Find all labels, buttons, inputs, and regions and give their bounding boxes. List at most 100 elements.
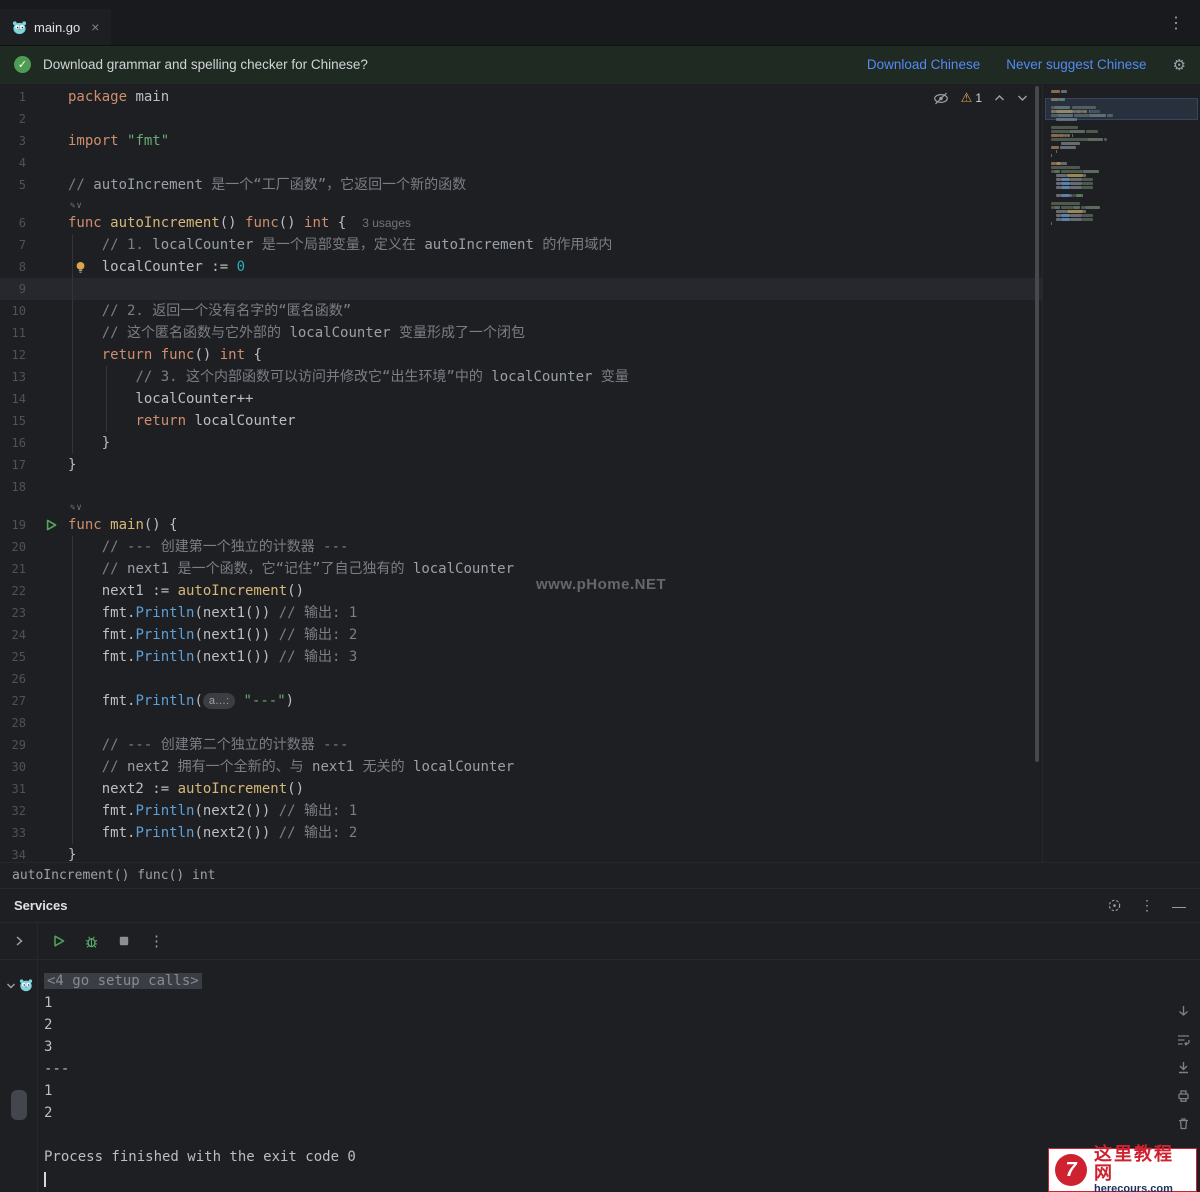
- code-line[interactable]: 14 localCounter++: [0, 388, 1042, 410]
- line-number[interactable]: 18: [0, 476, 40, 498]
- code-line[interactable]: 18: [0, 476, 1042, 498]
- line-number[interactable]: 12: [0, 344, 40, 366]
- code-line[interactable]: 15 return localCounter: [0, 410, 1042, 432]
- line-number[interactable]: 8: [0, 256, 40, 278]
- code-line[interactable]: 3 import "fmt": [0, 130, 1042, 152]
- code-line[interactable]: 19 func main() {: [0, 514, 1042, 536]
- line-number[interactable]: 15: [0, 410, 40, 432]
- panel-options-icon[interactable]: ⋮: [1140, 897, 1154, 914]
- code-line[interactable]: 1 package main: [0, 86, 1042, 108]
- line-number[interactable]: 22: [0, 580, 40, 602]
- tab-options-icon[interactable]: ⋮: [1168, 13, 1200, 33]
- print-icon[interactable]: [1176, 1088, 1191, 1103]
- code-line[interactable]: 23 fmt.Println(next1()) // 输出: 1: [0, 602, 1042, 624]
- run-gutter-icon[interactable]: [40, 514, 62, 536]
- highlighting-level-icon[interactable]: [933, 92, 949, 105]
- line-number[interactable]: 21: [0, 558, 40, 580]
- hide-panel-icon[interactable]: —: [1172, 898, 1186, 914]
- code-line[interactable]: 2: [0, 108, 1042, 130]
- close-tab-icon[interactable]: ×: [91, 19, 99, 35]
- code-line[interactable]: 27 fmt.Println(a…: "---"): [0, 690, 1042, 712]
- line-number[interactable]: 34: [0, 844, 40, 862]
- code-vision-row[interactable]: ✎∨: [0, 196, 1042, 212]
- line-number[interactable]: 27: [0, 690, 40, 712]
- toolbar-options-icon[interactable]: ⋮: [149, 932, 164, 950]
- next-problem-button[interactable]: [1017, 94, 1028, 102]
- line-number[interactable]: 14: [0, 388, 40, 410]
- code-line[interactable]: 8 localCounter := 0: [0, 256, 1042, 278]
- chevron-down-icon[interactable]: [6, 982, 16, 990]
- stop-button[interactable]: [117, 934, 131, 948]
- line-number[interactable]: 31: [0, 778, 40, 800]
- code-line[interactable]: 24 fmt.Println(next1()) // 输出: 2: [0, 624, 1042, 646]
- code-line[interactable]: 17}: [0, 454, 1042, 476]
- line-number[interactable]: 28: [0, 712, 40, 734]
- editor-scrollbar[interactable]: [1035, 86, 1039, 762]
- code-line[interactable]: 16 }: [0, 432, 1042, 454]
- scroll-down-icon[interactable]: [1176, 1004, 1191, 1019]
- line-number[interactable]: 9: [0, 278, 40, 300]
- code-line[interactable]: 29 // --- 创建第二个独立的计数器 ---: [0, 734, 1042, 756]
- line-number[interactable]: 5: [0, 174, 40, 196]
- console-output[interactable]: <4 go setup calls> 1 2 3 --- 1 2 Process finish…: [38, 960, 1166, 1192]
- line-number[interactable]: 3: [0, 130, 40, 152]
- line-number[interactable]: 11: [0, 322, 40, 344]
- code-line[interactable]: 7 // 1. localCounter 是一个局部变量，定义在 autoInc…: [0, 234, 1042, 256]
- code-line[interactable]: 12 return func() int {: [0, 344, 1042, 366]
- code-line[interactable]: 22 next1 := autoIncrement(): [0, 580, 1042, 602]
- go-service-icon[interactable]: [19, 978, 33, 992]
- code-line[interactable]: 13 // 3. 这个内部函数可以访问并修改它“出生环境”中的 localCou…: [0, 366, 1042, 388]
- tree-scrollbar-thumb[interactable]: [11, 1090, 27, 1120]
- code-line[interactable]: 4: [0, 152, 1042, 174]
- code-line[interactable]: 30 // next2 拥有一个全新的、与 next1 无关的 localCou…: [0, 756, 1042, 778]
- line-number[interactable]: 19: [0, 514, 40, 536]
- code-line[interactable]: 34}: [0, 844, 1042, 862]
- code-line[interactable]: 21 // next1 是一个函数，它“记住”了自己独有的 localCount…: [0, 558, 1042, 580]
- code-line[interactable]: 9: [0, 278, 1042, 300]
- line-number[interactable]: 25: [0, 646, 40, 668]
- line-number[interactable]: 10: [0, 300, 40, 322]
- line-number[interactable]: 29: [0, 734, 40, 756]
- line-number[interactable]: 13: [0, 366, 40, 388]
- code-line[interactable]: 5 // autoIncrement 是一个“工厂函数”，它返回一个新的函数: [0, 174, 1042, 196]
- line-number[interactable]: 23: [0, 602, 40, 624]
- intention-bulb-icon[interactable]: [74, 260, 87, 274]
- warning-count-badge[interactable]: ⚠ 1: [961, 90, 982, 106]
- line-number[interactable]: 2: [0, 108, 40, 130]
- minimap[interactable]: [1043, 84, 1200, 232]
- line-number[interactable]: 30: [0, 756, 40, 778]
- code-vision-icon[interactable]: ✎∨: [70, 201, 83, 211]
- line-number[interactable]: 17: [0, 454, 40, 476]
- scroll-to-end-icon[interactable]: [1176, 1060, 1191, 1075]
- debug-button[interactable]: [84, 934, 99, 949]
- line-number[interactable]: 1: [0, 86, 40, 108]
- code-line[interactable]: 31 next2 := autoIncrement(): [0, 778, 1042, 800]
- code-line[interactable]: 6 func autoIncrement() func() int {3 usag…: [0, 212, 1042, 234]
- line-number[interactable]: 6: [0, 212, 40, 234]
- code-line[interactable]: 20 // --- 创建第一个独立的计数器 ---: [0, 536, 1042, 558]
- tool-window-layout-icon[interactable]: [1107, 898, 1122, 913]
- line-number[interactable]: 26: [0, 668, 40, 690]
- soft-wrap-icon[interactable]: [1176, 1032, 1191, 1047]
- download-chinese-link[interactable]: Download Chinese: [867, 57, 980, 72]
- code-line[interactable]: 25 fmt.Println(next1()) // 输出: 3: [0, 646, 1042, 668]
- settings-gear-icon[interactable]: ⚙: [1173, 56, 1186, 74]
- breadcrumb[interactable]: autoIncrement() func() int: [0, 862, 1200, 888]
- prev-problem-button[interactable]: [994, 94, 1005, 102]
- run-button[interactable]: [52, 934, 66, 948]
- code-line[interactable]: 10 // 2. 返回一个没有名字的“匿名函数”: [0, 300, 1042, 322]
- line-number[interactable]: 32: [0, 800, 40, 822]
- line-number[interactable]: 24: [0, 624, 40, 646]
- code-vision-icon[interactable]: ✎∨: [70, 503, 83, 513]
- expand-all-icon[interactable]: [14, 935, 24, 947]
- line-number[interactable]: 33: [0, 822, 40, 844]
- editor[interactable]: 1 package main 2 3 import "fmt" 4 5 // autoIncr…: [0, 84, 1042, 862]
- code-line[interactable]: 11 // 这个匿名函数与它外部的 localCounter 变量形成了一个闭包: [0, 322, 1042, 344]
- code-line[interactable]: 33 fmt.Println(next2()) // 输出: 2: [0, 822, 1042, 844]
- tab-main-go[interactable]: main.go ×: [0, 9, 112, 45]
- line-number[interactable]: 7: [0, 234, 40, 256]
- line-number[interactable]: 16: [0, 432, 40, 454]
- code-line[interactable]: 32 fmt.Println(next2()) // 输出: 1: [0, 800, 1042, 822]
- code-line[interactable]: 26: [0, 668, 1042, 690]
- line-number[interactable]: 20: [0, 536, 40, 558]
